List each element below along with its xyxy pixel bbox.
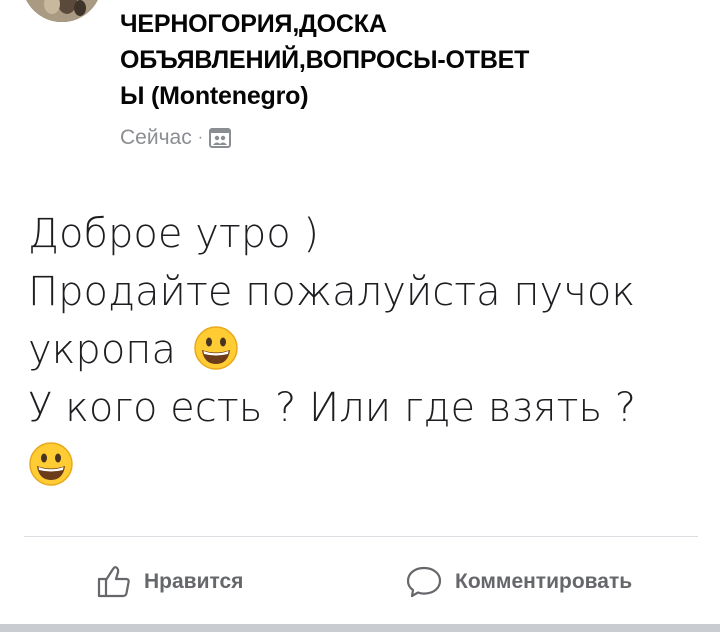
like-label: Нравится [144, 570, 244, 593]
post-line-text: укропа [28, 327, 176, 373]
timestamp[interactable]: Сейчас [120, 126, 192, 150]
post-line: Доброе утро ) [28, 205, 698, 263]
post-line [28, 437, 698, 495]
group-icon [209, 128, 232, 148]
post-meta: Сейчас · [120, 126, 232, 150]
grinning-face-emoji-icon [28, 441, 74, 487]
comment-button[interactable]: Комментировать [405, 556, 632, 608]
meta-separator: · [197, 129, 204, 146]
like-button[interactable]: Нравится [96, 556, 243, 608]
comment-label: Комментировать [455, 570, 633, 593]
grinning-face-emoji-icon [193, 325, 239, 371]
post-line-text: Продайте пожалуйста пучок [28, 269, 636, 315]
header-text: ЧЕРНОГОРИЯ,ДОСКА ОБЪЯВЛЕНИЙ,ВОПРОСЫ-ОТВЕ… [120, 6, 640, 114]
thumbs-up-icon [97, 566, 130, 598]
post-line: У кого есть ? Или где взять ? [28, 379, 698, 437]
speech-bubble-icon [406, 566, 442, 598]
post-line: укропа [28, 321, 698, 379]
post-line-text: У кого есть ? Или где взять ? [28, 385, 637, 431]
post-line-text: Доброе утро ) [28, 211, 319, 257]
divider [24, 536, 698, 537]
post-body: Доброе утро ) Продайте пожалуйста пучок … [28, 205, 698, 495]
post-line: Продайте пожалуйста пучок [28, 263, 698, 321]
group-name-link[interactable]: ЧЕРНОГОРИЯ,ДОСКА ОБЪЯВЛЕНИЙ,ВОПРОСЫ-ОТВЕ… [120, 6, 640, 114]
feed-separator [0, 624, 720, 632]
post-actions: Нравится Комментировать [0, 556, 720, 608]
avatar[interactable] [22, 0, 102, 22]
